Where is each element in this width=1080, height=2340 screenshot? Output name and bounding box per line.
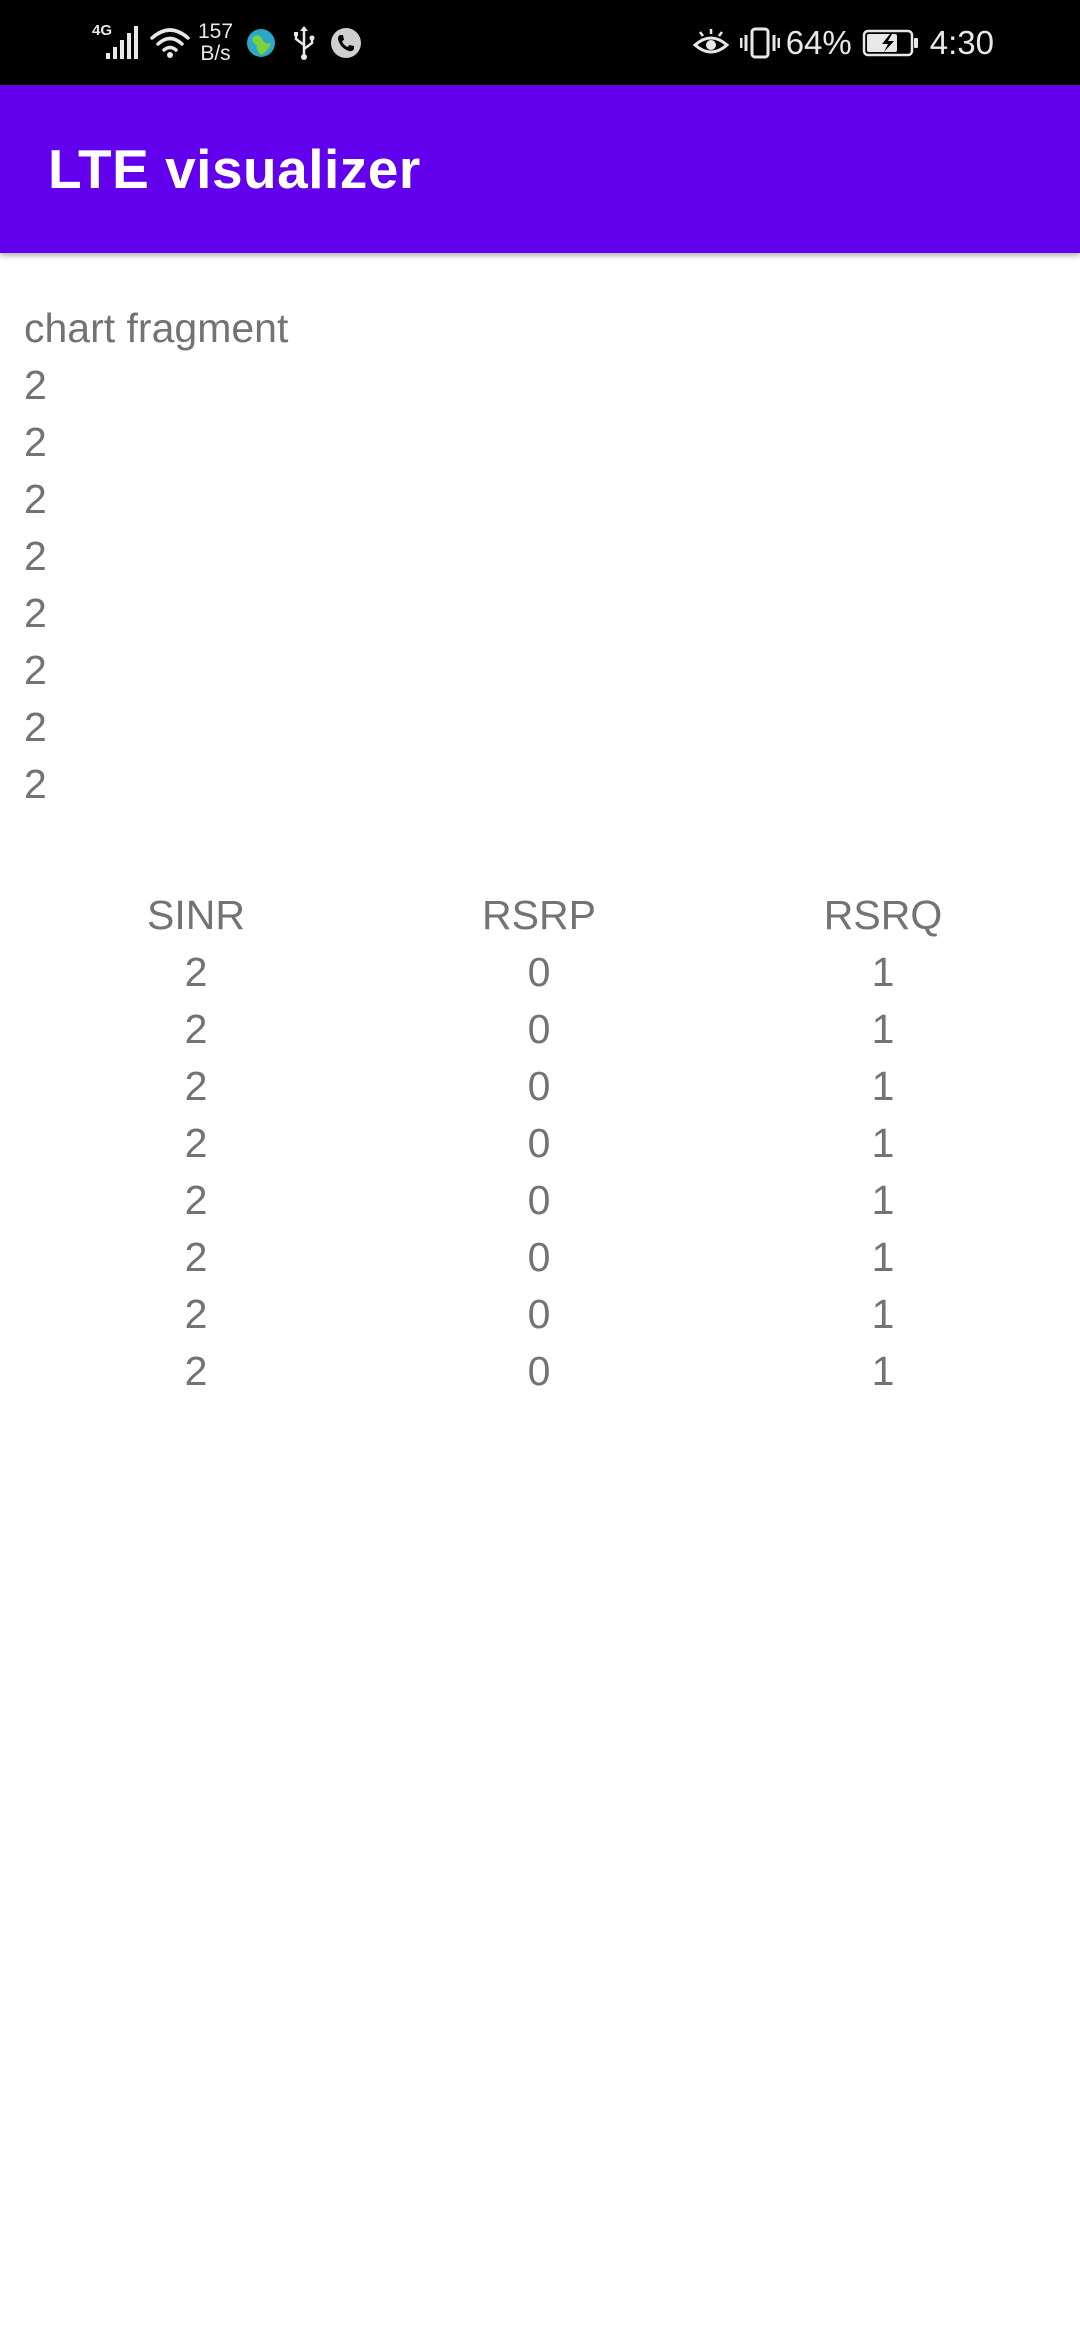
- status-bar: 4G 157 B/s 64% 4:30: [0, 0, 1080, 85]
- sinr-cell: 2: [184, 1063, 208, 1109]
- app-bar: LTE visualizer: [0, 85, 1080, 253]
- clock: 4:30: [929, 23, 994, 61]
- sinr-cell: 2: [184, 1234, 208, 1280]
- status-bar-right: 64% 4:30: [692, 0, 994, 85]
- network-type-label: 4G: [92, 21, 113, 39]
- battery-percent: 64%: [785, 23, 852, 61]
- network-speed-unit: B/s: [200, 41, 231, 65]
- sinr-cell: 2: [184, 1120, 208, 1166]
- column-header-rsrq: RSRQ: [823, 892, 943, 938]
- chart-value: 2: [24, 647, 47, 693]
- rsrp-cell: 0: [527, 1291, 551, 1337]
- rsrq-cell: 1: [871, 1234, 895, 1280]
- rsrp-cell: 0: [527, 1120, 551, 1166]
- chart-fragment-heading: chart fragment: [24, 305, 289, 351]
- chart-value: 2: [24, 476, 47, 522]
- chart-value: 2: [24, 362, 47, 408]
- table-row: 2 0 1: [0, 944, 1080, 1001]
- rsrp-cell: 0: [527, 1177, 551, 1223]
- usb-icon: [291, 25, 317, 61]
- rsrq-cell: 1: [871, 1063, 895, 1109]
- rsrq-cell: 1: [871, 1006, 895, 1052]
- table-row: 2 0 1: [0, 1172, 1080, 1229]
- network-speed-value: 157: [198, 19, 234, 43]
- rsrq-cell: 1: [871, 1177, 895, 1223]
- sinr-cell: 2: [184, 1291, 208, 1337]
- network-speed: 157 B/s: [198, 19, 234, 65]
- status-bar-left: 4G 157 B/s: [92, 0, 363, 85]
- chart-value: 2: [24, 704, 47, 750]
- table-row: 2 0 1: [0, 1115, 1080, 1172]
- sinr-cell: 2: [184, 1177, 208, 1223]
- rsrp-cell: 0: [527, 1348, 551, 1394]
- chart-value: 2: [24, 533, 47, 579]
- signal-icon: 4G: [92, 23, 144, 63]
- rsrp-cell: 0: [527, 1063, 551, 1109]
- sinr-cell: 2: [184, 949, 208, 995]
- table-row: 2 0 1: [0, 1343, 1080, 1400]
- phone-app-icon: [329, 26, 363, 60]
- column-header-sinr: SINR: [147, 892, 245, 938]
- rsrp-cell: 0: [527, 1234, 551, 1280]
- globe-app-icon: [245, 27, 277, 59]
- chart-fragment: chart fragment 2 2 2 2 2 2 2 2: [24, 300, 288, 813]
- table-row: 2 0 1: [0, 1286, 1080, 1343]
- rsrq-cell: 1: [871, 949, 895, 995]
- battery-charging-icon: [862, 28, 920, 58]
- table-row: 2 0 1: [0, 1229, 1080, 1286]
- column-header-rsrp: RSRP: [482, 892, 596, 938]
- chart-value: 2: [24, 419, 47, 465]
- sinr-cell: 2: [184, 1348, 208, 1394]
- rsrp-cell: 0: [527, 949, 551, 995]
- vibrate-icon: [739, 26, 780, 60]
- rsrq-cell: 1: [871, 1120, 895, 1166]
- wifi-icon: [150, 26, 190, 60]
- sinr-cell: 2: [184, 1006, 208, 1052]
- rsrq-cell: 1: [871, 1348, 895, 1394]
- rsrq-cell: 1: [871, 1291, 895, 1337]
- chart-value: 2: [24, 590, 47, 636]
- signal-table: SINR RSRP RSRQ 2 0 1 2 0 1 2 0 1 2 0 1 2…: [0, 887, 1080, 1400]
- table-row: 2 0 1: [0, 1001, 1080, 1058]
- eye-comfort-icon: [692, 28, 730, 58]
- rsrp-cell: 0: [527, 1006, 551, 1052]
- table-header-row: SINR RSRP RSRQ: [0, 887, 1080, 944]
- app-screen: 4G 157 B/s 64% 4:30 LTE visualizer chart…: [0, 0, 1080, 2340]
- app-title: LTE visualizer: [48, 138, 421, 200]
- table-row: 2 0 1: [0, 1058, 1080, 1115]
- chart-value: 2: [24, 761, 47, 807]
